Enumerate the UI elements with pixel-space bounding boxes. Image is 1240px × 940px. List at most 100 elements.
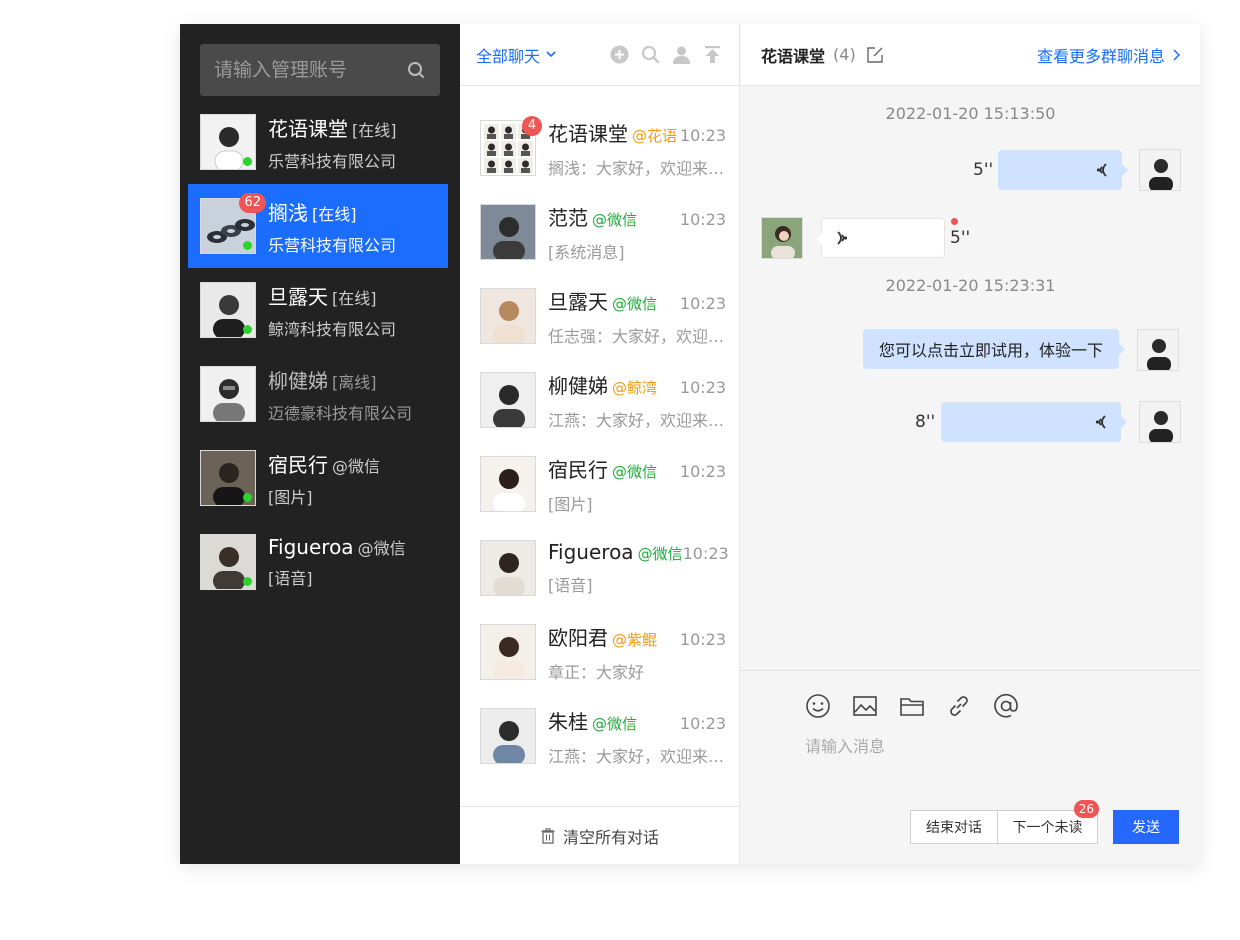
- avatar: [480, 624, 536, 680]
- avatar[interactable]: [761, 217, 803, 259]
- emoji-icon[interactable]: [805, 693, 831, 719]
- chat-filter-label: 全部聊天: [476, 46, 541, 66]
- more-group-messages-link[interactable]: 查看更多群聊消息: [1037, 43, 1180, 67]
- chat-filter-dropdown[interactable]: 全部聊天: [476, 43, 556, 67]
- unread-badge: 62: [239, 193, 266, 213]
- conversation-preview: [系统消息]: [548, 242, 625, 262]
- account-name: 旦露天: [268, 284, 328, 309]
- avatar: [480, 288, 536, 344]
- conversation-name: 欧阳君: [548, 625, 608, 650]
- avatar: [480, 708, 536, 764]
- account-sidebar: 花语课堂[在线] 乐营科技有限公司 62 搁浅[在线] 乐营科技有限公司: [180, 24, 460, 864]
- avatar: [480, 540, 536, 596]
- chat-panel: 花语课堂 (4) 查看更多群聊消息 2022-01-20 15:13:50 5'…: [741, 24, 1200, 864]
- conversation-item[interactable]: 柳健娣 @鲸湾 10:23 江燕：大家好，欢迎来…: [460, 358, 739, 442]
- account-name: Figueroa: [268, 535, 354, 559]
- avatar[interactable]: [1139, 149, 1181, 191]
- voice-duration: 5'': [973, 160, 994, 180]
- folder-icon[interactable]: [899, 693, 925, 719]
- voice-message-bubble[interactable]: [941, 402, 1127, 442]
- conversation-item[interactable]: 范范 @微信 10:23 [系统消息]: [460, 190, 739, 274]
- conversation-preview: 江燕：大家好，欢迎来…: [548, 410, 725, 430]
- chat-header: 花语课堂 (4) 查看更多群聊消息: [741, 24, 1200, 86]
- conversation-preview: [图片]: [548, 494, 593, 514]
- account-item[interactable]: 旦露天 [在线] 鲸湾科技有限公司: [180, 268, 460, 352]
- account-status: [在线]: [332, 288, 377, 308]
- account-last-message: [图片]: [268, 487, 313, 507]
- voice-duration: 8'': [915, 412, 936, 432]
- conversation-source: @紫鲲: [612, 630, 658, 649]
- conversation-time: 10:23: [679, 293, 726, 313]
- conversation-source: @鲸湾: [612, 378, 658, 397]
- voice-wave-icon: [1096, 163, 1107, 177]
- conversation-name: 柳健娣: [548, 373, 608, 398]
- search-icon[interactable]: [406, 60, 426, 80]
- chat-app-window: 花语课堂[在线] 乐营科技有限公司 62 搁浅[在线] 乐营科技有限公司: [180, 24, 1200, 864]
- account-item[interactable]: Figueroa @微信 [语音]: [180, 520, 460, 604]
- account-source: @微信: [332, 456, 381, 476]
- edit-icon[interactable]: [866, 46, 884, 64]
- conversation-name: 旦露天: [548, 289, 608, 314]
- avatar[interactable]: [1139, 401, 1181, 443]
- unread-dot: [951, 218, 958, 225]
- conversation-source: @微信: [637, 545, 683, 563]
- account-item[interactable]: 柳健娣 [离线] 迈德豪科技有限公司: [180, 352, 460, 436]
- avatar: [480, 372, 536, 428]
- account-company: 乐营科技有限公司: [268, 151, 397, 171]
- conversation-item[interactable]: 朱桂 @微信 10:23 江燕：大家好，欢迎来…: [460, 694, 739, 778]
- image-icon[interactable]: [852, 693, 878, 719]
- account-name: 花语课堂: [268, 116, 348, 141]
- chevron-right-icon: [1173, 48, 1180, 61]
- end-conversation-button[interactable]: 结束对话: [910, 810, 998, 844]
- conversation-time: 10:23: [679, 713, 726, 733]
- message-input[interactable]: [805, 733, 1175, 793]
- avatar[interactable]: [1137, 329, 1179, 371]
- conversation-item[interactable]: Figueroa @微信 10:23 [语音]: [460, 526, 739, 610]
- pin-top-icon[interactable]: [702, 44, 723, 65]
- avatar: [480, 204, 536, 260]
- send-button[interactable]: 发送: [1113, 810, 1179, 844]
- account-company: 乐营科技有限公司: [268, 235, 397, 255]
- account-item[interactable]: 花语课堂 [在线] 乐营科技有限公司: [180, 100, 460, 184]
- chat-title: 花语课堂: [761, 46, 826, 66]
- link-icon[interactable]: [946, 693, 972, 719]
- account-list: 花语课堂 [在线] 乐营科技有限公司 62 搁浅 [在线] 乐营科技有限公司 旦…: [180, 100, 460, 604]
- conversation-preview: 任志强：大家好，欢迎…: [548, 326, 725, 346]
- account-item[interactable]: 宿民行 @微信 [图片]: [180, 436, 460, 520]
- next-unread-button[interactable]: 下一个未读 26: [997, 800, 1099, 844]
- search-icon[interactable]: [640, 44, 661, 65]
- account-search-input[interactable]: [214, 59, 406, 81]
- online-status-dot: [243, 493, 252, 502]
- conversation-preview: 搁浅：大家好，欢迎来…: [548, 158, 725, 178]
- conversation-source: @微信: [612, 462, 658, 481]
- unread-badge: 26: [1073, 800, 1099, 818]
- account-status: [离线]: [332, 372, 377, 392]
- at-icon[interactable]: [993, 693, 1019, 719]
- voice-duration: 5'': [950, 228, 971, 248]
- message-timestamp: 2022-01-20 15:13:50: [885, 104, 1056, 123]
- clear-all-button[interactable]: 清空所有对话: [460, 806, 740, 864]
- add-icon[interactable]: [609, 44, 630, 65]
- avatar: [200, 366, 256, 422]
- conversation-item[interactable]: 欧阳君 @紫鲲 10:23 章正：大家好: [460, 610, 739, 694]
- voice-message-bubble[interactable]: [816, 218, 945, 258]
- account-source: @微信: [357, 539, 406, 558]
- conversation-source: @微信: [592, 714, 638, 733]
- conversation-time: 10:23: [679, 209, 726, 229]
- voice-wave-icon: [837, 231, 848, 245]
- conversation-item[interactable]: 4 花语课堂 @花语 10:23 搁浅：大家好，欢迎来…: [460, 106, 739, 190]
- conversation-item[interactable]: 宿民行 @微信 10:23 [图片]: [460, 442, 739, 526]
- conversation-item[interactable]: 旦露天 @微信 10:23 任志强：大家好，欢迎…: [460, 274, 739, 358]
- conversation-preview: 章正：大家好: [548, 662, 645, 682]
- unread-badge: 4: [522, 116, 542, 136]
- conversation-source: @微信: [612, 294, 658, 313]
- message-text: 您可以点击立即试用，体验一下: [878, 341, 1103, 360]
- voice-message-bubble[interactable]: [998, 150, 1128, 190]
- text-message-bubble[interactable]: 您可以点击立即试用，体验一下: [863, 329, 1125, 369]
- conversation-header: 全部聊天: [460, 24, 739, 86]
- conversation-source: @花语: [632, 126, 678, 145]
- conversation-name: 花语课堂: [548, 121, 628, 146]
- user-icon[interactable]: [671, 44, 692, 65]
- conversation-time: 10:23: [679, 377, 726, 397]
- account-item-active[interactable]: 62 搁浅 [在线] 乐营科技有限公司: [188, 184, 448, 268]
